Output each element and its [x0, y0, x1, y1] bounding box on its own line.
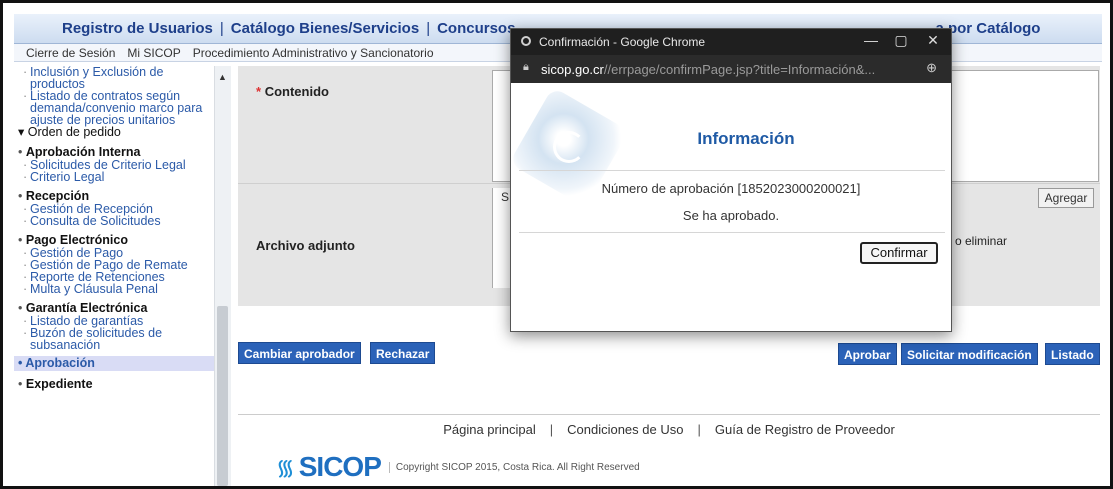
minimize-icon[interactable]: —	[861, 32, 881, 48]
nav-concursos[interactable]: Concursos	[437, 20, 515, 37]
sidebar-section-garantia[interactable]: Garantía Electrónica	[14, 301, 214, 315]
wifi-icon: ᯾	[276, 455, 295, 480]
sidebar-item-inclusion[interactable]: Inclusión y Exclusión de productos	[14, 66, 214, 90]
popup-content: Información Número de aprobación [185202…	[508, 83, 951, 333]
logout-link[interactable]: Cierre de Sesión	[26, 46, 115, 60]
copyright-text: Copyright SICOP 2015, Costa Rica. All Ri…	[388, 461, 640, 473]
sidebar-item-buzon-solicitudes[interactable]: Buzón de solicitudes de subsanación	[14, 327, 214, 352]
nav-catalogo[interactable]: Catálogo Bienes/Servicios	[231, 20, 419, 37]
sidebar-item-criterio-legal[interactable]: Criterio Legal	[14, 171, 214, 184]
footer-link-guia-registro[interactable]: Guía de Registro de Proveedor	[715, 422, 895, 437]
approval-number-text: Número de aprobación [1852023000200021]	[601, 181, 861, 196]
popup-window-title: Confirmación - Google Chrome	[539, 35, 706, 49]
close-icon[interactable]: ✕	[923, 32, 943, 49]
url-host: sicop.go.cr	[541, 62, 604, 77]
info-separator-bottom	[519, 232, 945, 233]
confirmation-popup: Confirmación - Google Chrome — ▢ ✕ 🔒︎ si…	[508, 28, 952, 333]
sidebar-section-pago-electronico[interactable]: Pago Electrónico	[14, 233, 214, 247]
footer-link-pagina-principal[interactable]: Página principal	[443, 422, 536, 437]
confirmar-button[interactable]: Confirmar	[860, 242, 938, 264]
chrome-icon	[521, 36, 531, 46]
sidebar-item-aprobacion[interactable]: Aprobación	[14, 356, 214, 371]
contenido-label: * Contenido	[256, 84, 329, 99]
sidebar-item-listado-contratos[interactable]: Listado de contratos según demanda/conve…	[14, 90, 214, 127]
popup-titlebar[interactable]: Confirmación - Google Chrome — ▢ ✕	[511, 29, 951, 55]
info-heading: Información	[697, 129, 795, 148]
sidebar-item-consulta-solicitudes[interactable]: Consulta de Solicitudes	[14, 215, 214, 228]
attachment-header-letter: S	[501, 190, 510, 204]
info-separator	[519, 170, 945, 171]
logo-wordmark: SICOP	[298, 451, 382, 482]
scrollbar-thumb[interactable]	[217, 306, 228, 486]
sidebar-section-recepcion[interactable]: Recepción	[14, 189, 214, 203]
rechazar-button[interactable]: Rechazar	[370, 342, 436, 364]
url-path: //errpage/confirmPage.jsp?title=Informac…	[603, 62, 876, 77]
zoom-icon[interactable]: ⊕	[926, 60, 937, 76]
sidebar-section-expediente[interactable]: Expediente	[14, 377, 214, 391]
sicop-logo: ᯾ SICOP Copyright SICOP 2015, Costa Rica…	[276, 451, 640, 483]
chevron-down-icon: ▾	[18, 125, 28, 139]
sidebar-item-multa-clausula[interactable]: Multa y Cláusula Penal	[14, 283, 214, 296]
footer-link-condiciones[interactable]: Condiciones de Uso	[567, 422, 683, 437]
footer-links: Página principal | Condiciones de Uso | …	[238, 414, 1100, 443]
nav-registro-usuarios[interactable]: Registro de Usuarios	[62, 20, 213, 37]
aprobar-button[interactable]: Aprobar	[838, 343, 897, 365]
approval-message: Se ha aprobado.	[682, 208, 780, 223]
sidebar-item-orden-pedido[interactable]: ▾ Orden de pedido	[14, 126, 214, 139]
listado-button[interactable]: Listado	[1045, 343, 1100, 365]
agregar-button[interactable]: Agregar	[1038, 188, 1094, 208]
sidebar: Inclusión y Exclusión de productos Lista…	[14, 66, 214, 486]
cambiar-aprobador-button[interactable]: Cambiar aprobador	[238, 342, 361, 364]
sidebar-scrollbar[interactable]: ▲	[214, 66, 231, 486]
solicitar-modificacion-button[interactable]: Solicitar modificación	[901, 343, 1038, 365]
sidebar-section-aprobacion-interna[interactable]: Aprobación Interna	[14, 145, 214, 159]
lock-icon: 🔒︎	[523, 61, 529, 73]
popup-url-bar[interactable]: 🔒︎ sicop.go.cr//errpage/confirmPage.jsp?…	[511, 55, 951, 83]
scroll-up-icon[interactable]: ▲	[218, 72, 227, 82]
mi-sicop-link[interactable]: Mi SICOP	[127, 46, 180, 60]
eliminar-text: o eliminar	[955, 234, 1008, 248]
archivo-adjunto-label: Archivo adjunto	[256, 238, 355, 253]
maximize-icon[interactable]: ▢	[891, 32, 911, 49]
procedimiento-link[interactable]: Procedimiento Administrativo y Sancionat…	[193, 46, 434, 60]
